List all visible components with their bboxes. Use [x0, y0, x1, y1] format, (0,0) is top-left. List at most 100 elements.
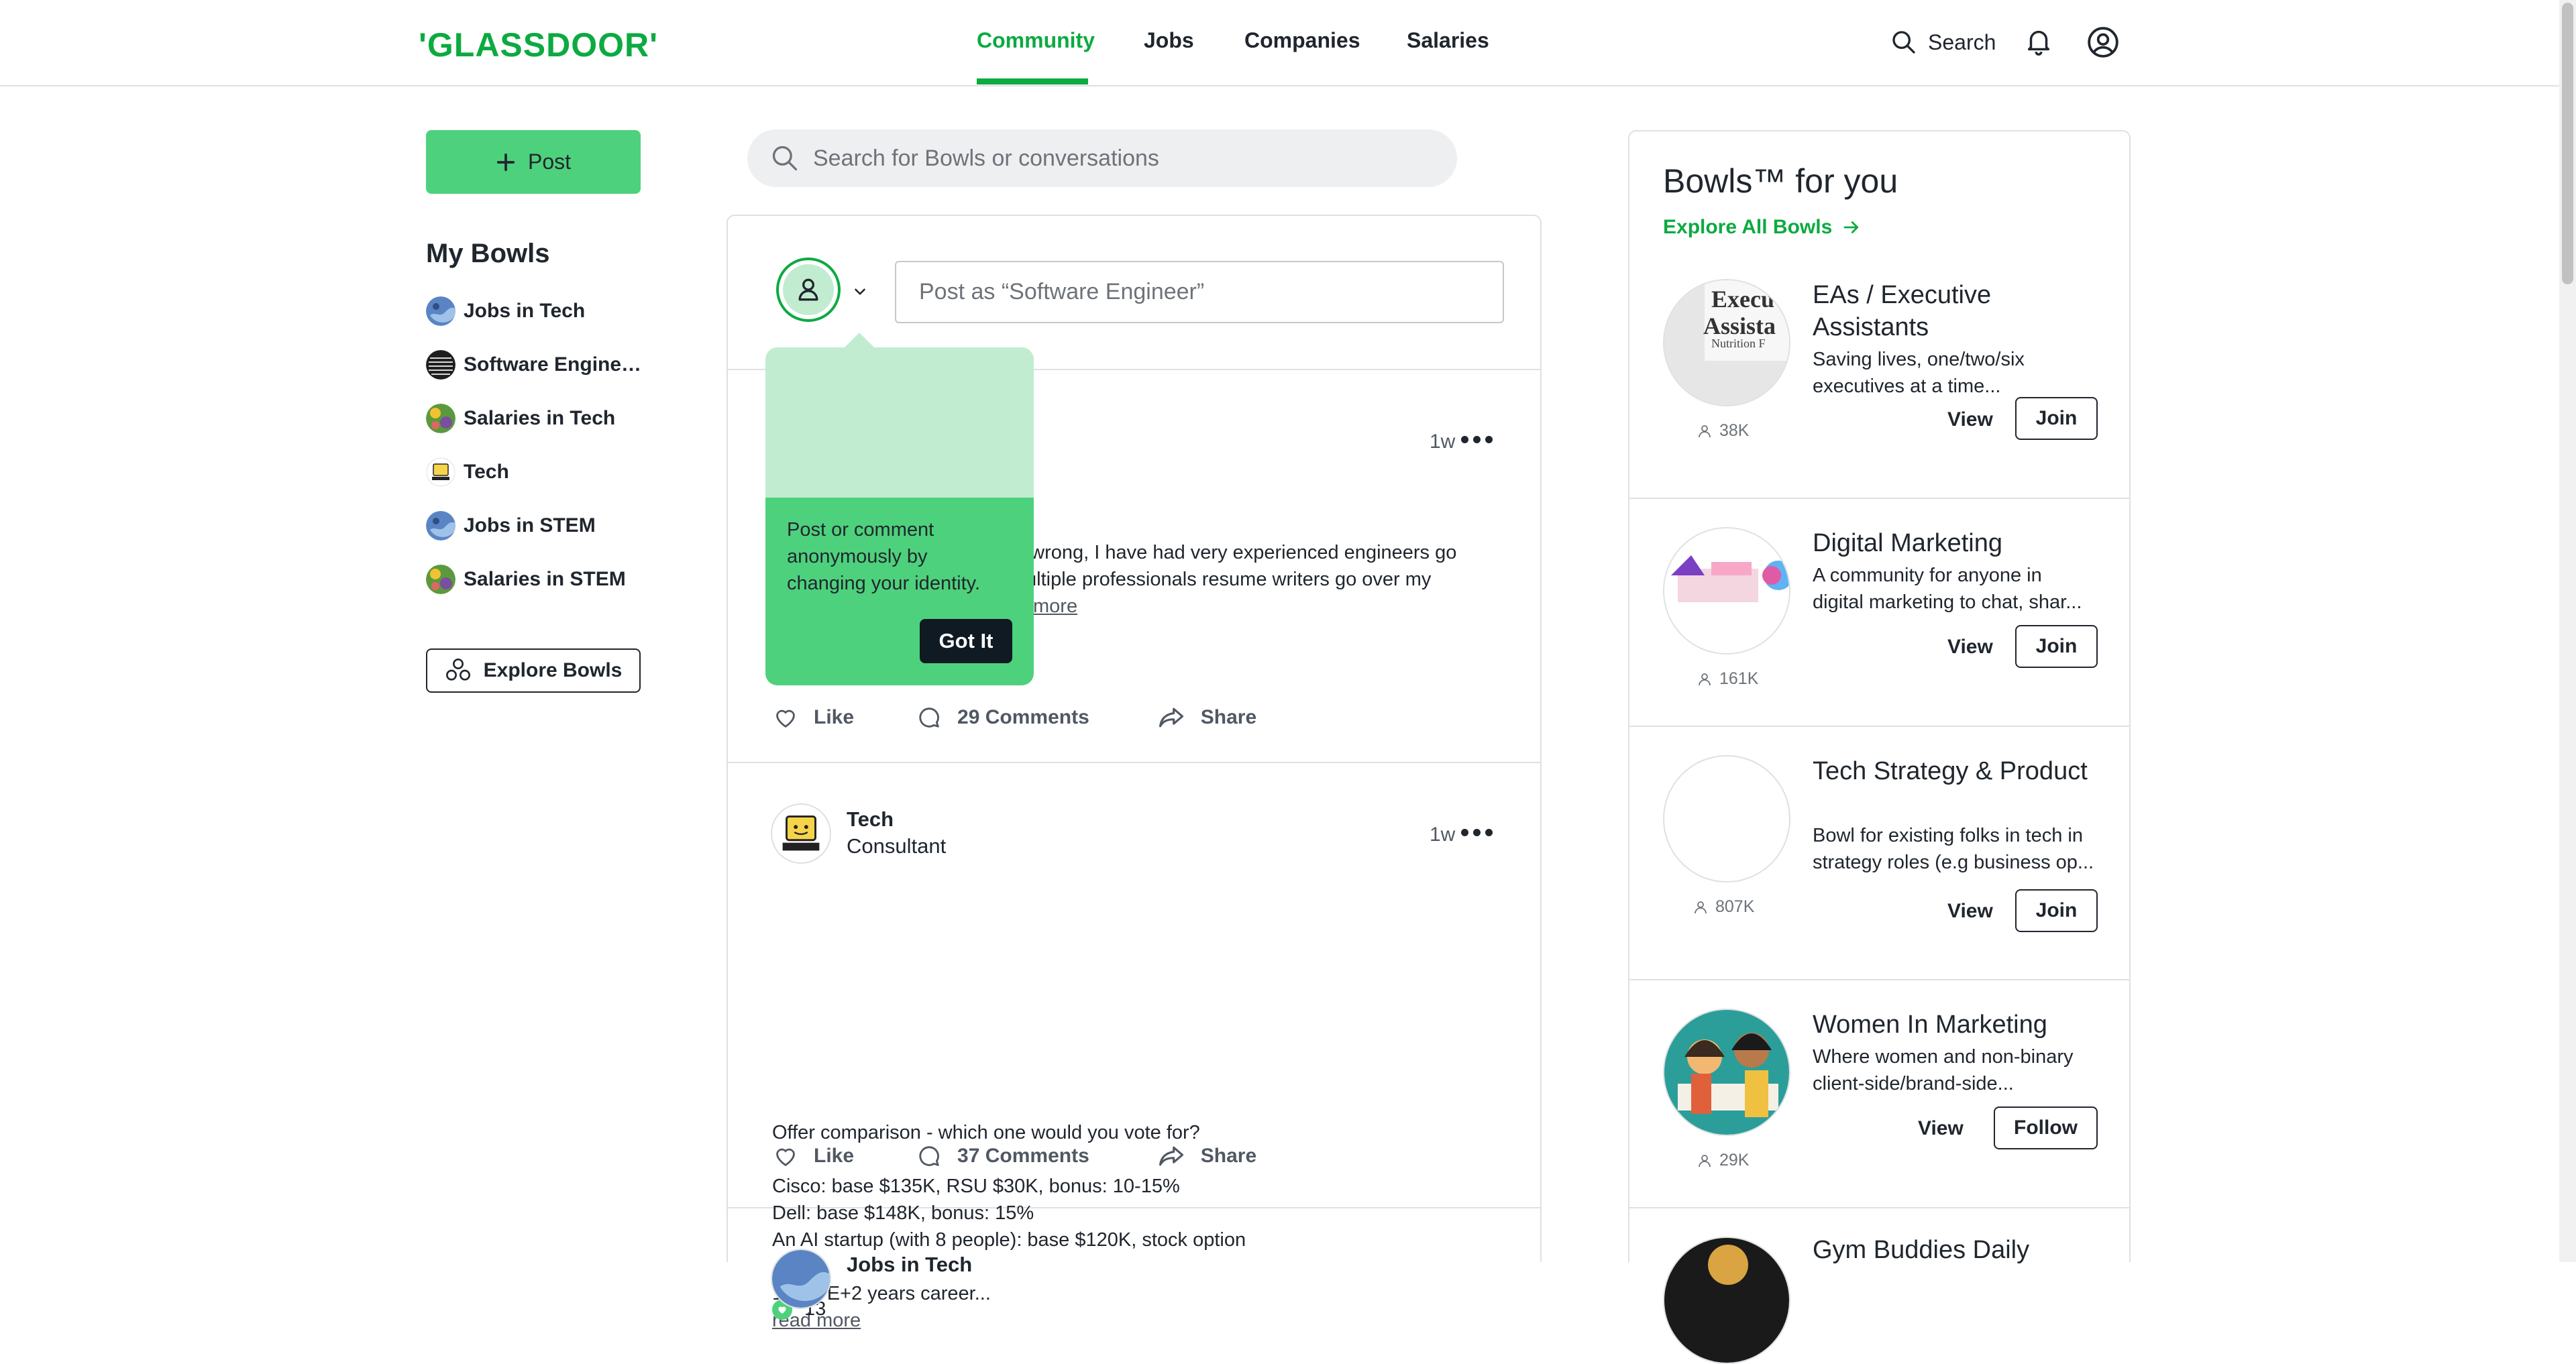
arrow-right-icon: [1843, 221, 1859, 233]
profile-button[interactable]: [2086, 25, 2120, 62]
share-icon: [1159, 1146, 1183, 1166]
bowl-image: [1663, 1009, 1790, 1136]
view-bowl-button[interactable]: View: [1947, 408, 1993, 431]
bowl-name[interactable]: Tech Strategy & Product: [1813, 755, 2101, 787]
suggested-bowl[interactable]: Execu Assista Nutrition F 38K EAs / Execut…: [1629, 279, 2129, 499]
view-bowl-button[interactable]: View: [1918, 1117, 1964, 1140]
sidebar-bowl-salaries-in-tech[interactable]: Salaries in Tech: [426, 402, 615, 435]
bowl-name[interactable]: EAs / Executive Assistants: [1813, 279, 2101, 343]
suggested-bowl[interactable]: 161K Digital Marketing A community for a…: [1629, 498, 2129, 727]
got-it-button[interactable]: Got It: [920, 619, 1012, 663]
feed-post[interactable]: Jobs in Tech: [728, 1207, 1540, 1309]
post-bowl-name[interactable]: Tech: [847, 807, 894, 832]
member-count: 161K: [1697, 669, 1758, 689]
suggested-bowl[interactable]: 29K Women In Marketing Where women and n…: [1629, 979, 2129, 1208]
member-count-value: 38K: [1719, 421, 1750, 440]
post-more-menu[interactable]: [1461, 436, 1493, 443]
join-bowl-button[interactable]: Join: [2015, 625, 2098, 668]
sidebar-bowl-tech[interactable]: Tech: [426, 455, 509, 489]
search-icon: [772, 146, 798, 171]
like-label: Like: [814, 706, 855, 728]
follow-bowl-button[interactable]: Follow: [1994, 1106, 2098, 1149]
view-bowl-button[interactable]: View: [1947, 636, 1993, 659]
more-dot-icon: [1473, 436, 1481, 443]
member-count-value: 29K: [1719, 1151, 1750, 1170]
glassdoor-logo[interactable]: 'GLASSDOOR': [419, 25, 658, 64]
anonymous-user-icon: [783, 264, 834, 315]
read-more-link[interactable]: more: [1033, 593, 1167, 620]
nav-search-label: Search: [1928, 30, 1996, 54]
post-author-role: Consultant: [847, 834, 947, 858]
sidebar-bowl-jobs-in-stem[interactable]: Jobs in STEM: [426, 509, 596, 543]
sidebar-bowl-software-engineer[interactable]: Software Engineer...: [426, 348, 645, 382]
composer-field[interactable]: [895, 261, 1504, 323]
sidebar-bowl-label: Software Engineer...: [464, 353, 645, 376]
person-icon: [1699, 673, 1711, 685]
bowls-search-input[interactable]: [812, 144, 1418, 172]
tooltip-text: Post or comment anonymously by changing …: [787, 519, 981, 594]
chevron-down-icon[interactable]: [851, 283, 869, 300]
post-bowl-name[interactable]: Jobs in Tech: [847, 1253, 972, 1277]
globe-icon: [426, 296, 455, 326]
bowl-image: [1663, 1237, 1790, 1364]
create-post-button[interactable]: Post: [426, 130, 641, 194]
bowl-name[interactable]: Gym Buddies Daily: [1813, 1234, 2101, 1266]
computer-icon: [426, 457, 455, 487]
money-icon: [426, 404, 455, 433]
share-button[interactable]: Share: [1157, 1141, 1256, 1171]
like-button[interactable]: Like: [772, 1143, 854, 1170]
nav-community[interactable]: Community: [977, 28, 1095, 53]
share-icon: [1159, 707, 1183, 728]
join-bowl-button[interactable]: Join: [2015, 889, 2098, 932]
share-label: Share: [1200, 1145, 1257, 1167]
bowl-name[interactable]: Digital Marketing: [1813, 527, 2101, 559]
bowl-name[interactable]: Women In Marketing: [1813, 1009, 2101, 1041]
share-button[interactable]: Share: [1157, 703, 1256, 732]
comments-button[interactable]: 29 Comments: [916, 704, 1089, 731]
join-bowl-button[interactable]: Join: [2015, 397, 2098, 440]
computer-icon: [782, 815, 820, 851]
rail-title: Bowls™ for you: [1663, 162, 1898, 200]
post-timestamp: 1w: [1430, 431, 1456, 453]
like-button[interactable]: Like: [772, 704, 854, 731]
sidebar-bowl-salaries-in-stem[interactable]: Salaries in STEM: [426, 563, 626, 596]
notifications-button[interactable]: [2023, 25, 2054, 60]
sidebar-bowl-jobs-in-tech[interactable]: Jobs in Tech: [426, 294, 585, 328]
identity-avatar[interactable]: [776, 258, 841, 322]
member-count: 29K: [1697, 1151, 1749, 1170]
member-count-value: 807K: [1715, 897, 1755, 916]
like-label: Like: [814, 1145, 855, 1167]
post-more-menu[interactable]: [1461, 829, 1493, 836]
globe-icon: [772, 1250, 830, 1308]
bowl-avatar[interactable]: [771, 1249, 831, 1309]
explore-bowls-button[interactable]: Explore Bowls: [426, 648, 641, 693]
person-icon: [1695, 901, 1707, 913]
composer-input[interactable]: [918, 278, 1470, 306]
member-count: 38K: [1697, 421, 1749, 441]
suggested-bowl[interactable]: 807K Tech Strategy & Product Bowl for ex…: [1629, 726, 2129, 980]
bowl-avatar[interactable]: [771, 803, 831, 864]
svg-text:Nutrition F: Nutrition F: [1711, 337, 1766, 350]
nav-search-button[interactable]: Search: [1890, 25, 1996, 59]
person-icon: [1699, 424, 1711, 437]
post-body-line: ultiple professionals resume writers go …: [1026, 569, 1432, 590]
scrollbar-thumb[interactable]: [2562, 3, 2573, 284]
post-actions: Like 29 Comments Share: [772, 703, 1256, 732]
bowl-image: Execu Assista Nutrition F: [1663, 279, 1790, 406]
bowls-search-bar[interactable]: [747, 129, 1457, 187]
person-icon: [1699, 1154, 1711, 1167]
more-dot-icon: [1461, 829, 1468, 836]
search-icon: [1892, 31, 1915, 54]
comments-label: 29 Comments: [957, 706, 1089, 728]
nav-jobs[interactable]: Jobs: [1144, 28, 1194, 53]
comments-button[interactable]: 37 Comments: [916, 1143, 1089, 1170]
view-bowl-button[interactable]: View: [1947, 900, 1993, 923]
feed-post[interactable]: Tech Consultant 1w Offer comparison - wh…: [728, 762, 1540, 1331]
nav-salaries[interactable]: Salaries: [1407, 28, 1489, 53]
suggested-bowl[interactable]: Gym Buddies Daily: [1629, 1207, 2129, 1364]
post-actions: Like 37 Comments Share: [772, 1141, 1256, 1171]
explore-all-bowls-link[interactable]: Explore All Bowls: [1663, 216, 1862, 239]
nav-companies[interactable]: Companies: [1244, 28, 1360, 53]
sidebar-bowl-label: Tech: [464, 461, 509, 483]
more-dot-icon: [1461, 436, 1468, 443]
